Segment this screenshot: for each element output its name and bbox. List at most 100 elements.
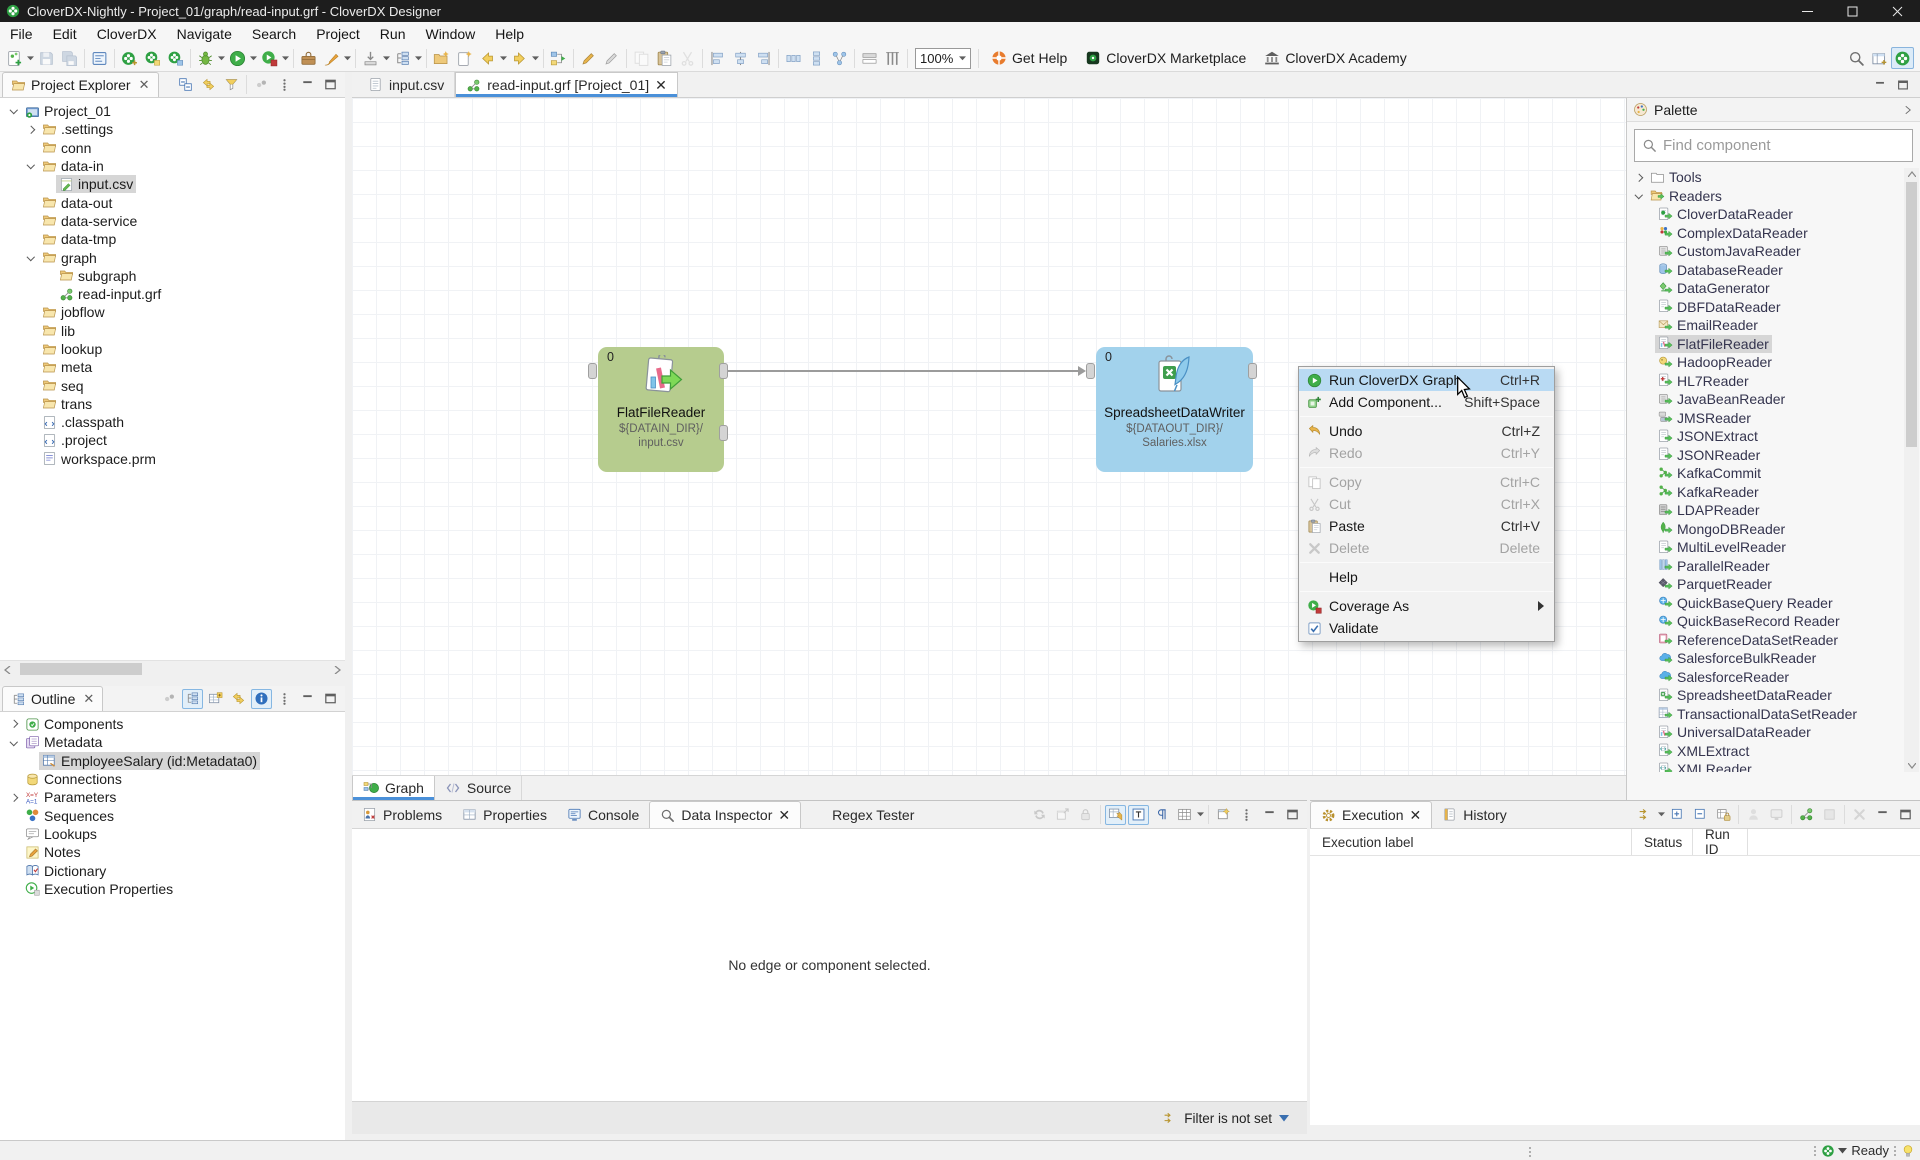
palette-item-multilevelreader[interactable]: MultiLevelReader	[1627, 538, 1920, 557]
explorer-item-data-out[interactable]: data-out	[0, 193, 345, 211]
tab-data-inspector[interactable]: Data Inspector✕	[649, 801, 801, 828]
dropdown-icon[interactable]	[26, 47, 35, 69]
run-config-icon[interactable]	[1635, 805, 1656, 825]
explorer-item--classpath[interactable]: .classpath	[0, 413, 345, 431]
pencil2-icon[interactable]	[600, 47, 623, 69]
explorer-item-meta[interactable]: meta	[0, 358, 345, 376]
context-menu-redo[interactable]: RedoCtrl+Y	[1299, 442, 1554, 464]
menu-run[interactable]: Run	[370, 22, 416, 45]
clover-new-icon[interactable]	[118, 47, 141, 69]
palette-item-cloverdatareader[interactable]: CloverDataReader	[1627, 205, 1920, 224]
open-perspective-icon[interactable]	[1868, 47, 1891, 69]
remote-icon[interactable]	[1766, 805, 1787, 825]
vertical-sash[interactable]	[345, 72, 352, 1140]
new-file-icon[interactable]	[453, 47, 476, 69]
dropdown-icon[interactable]	[1196, 804, 1205, 826]
palette-item-readers[interactable]: Readers	[1627, 187, 1920, 206]
dropdown-icon[interactable]	[217, 47, 226, 69]
pencil-icon[interactable]	[577, 47, 600, 69]
status-dropdown-icon[interactable]	[1838, 1148, 1847, 1154]
info-icon[interactable]	[251, 689, 272, 709]
column-header-run-id[interactable]: Run ID	[1693, 829, 1748, 855]
get-help-link[interactable]: Get Help	[991, 50, 1067, 66]
brush-icon[interactable]	[320, 47, 343, 69]
profile-icon[interactable]	[258, 47, 281, 69]
explorer-item-jobflow[interactable]: jobflow	[0, 303, 345, 321]
dist-v-icon[interactable]	[805, 47, 828, 69]
cut-icon[interactable]	[676, 47, 699, 69]
palette-item-ldapreader[interactable]: LDAPReader	[1627, 501, 1920, 520]
tab-problems[interactable]: Problems	[352, 801, 452, 828]
palette-item-transactionaldatasetreader[interactable]: TransactionalDataSetReader	[1627, 705, 1920, 724]
save-all-icon[interactable]	[58, 47, 81, 69]
menu-project[interactable]: Project	[306, 22, 370, 45]
palette-item-universaldatareader[interactable]: UniversalDataReader	[1627, 723, 1920, 742]
explorer-item--project[interactable]: .project	[0, 431, 345, 449]
filter-label[interactable]: Filter is not set	[1184, 1111, 1272, 1126]
view-menu-icon[interactable]	[1236, 805, 1257, 825]
minimize-icon[interactable]	[297, 75, 318, 95]
minimize-icon[interactable]	[1872, 805, 1893, 825]
edge-connection[interactable]	[728, 370, 1080, 372]
clover-graph-icon[interactable]	[141, 47, 164, 69]
refresh-icon[interactable]	[1029, 805, 1050, 825]
collapse-chevron-icon[interactable]	[23, 158, 39, 174]
palette-scrollbar[interactable]	[1904, 168, 1919, 772]
palette-item-datagenerator[interactable]: DataGenerator	[1627, 279, 1920, 298]
close-outline-icon[interactable]: ✕	[83, 691, 94, 707]
toolbox-icon[interactable]	[297, 47, 320, 69]
maximize-icon[interactable]	[1282, 805, 1303, 825]
bottom-sash[interactable]	[1307, 800, 1310, 1140]
align-right-icon[interactable]	[752, 47, 775, 69]
port-stub[interactable]	[588, 363, 597, 379]
tree-mode-icon[interactable]	[182, 689, 203, 709]
palette-item-parquetreader[interactable]: ParquetReader	[1627, 575, 1920, 594]
explorer-item-graph[interactable]: graph	[0, 248, 345, 266]
tree-mode-icon[interactable]	[391, 47, 414, 69]
outline-item-dictionary[interactable]: Dictionary	[0, 861, 345, 879]
dropdown-icon[interactable]	[531, 47, 540, 69]
palette-item-databasereader[interactable]: DatabaseReader	[1627, 261, 1920, 280]
explorer-item-trans[interactable]: trans	[0, 395, 345, 413]
editor-tab-input.csv[interactable]: input.csv	[358, 72, 455, 97]
text-mode-icon[interactable]	[1128, 805, 1149, 825]
lock-icon[interactable]	[1075, 805, 1096, 825]
dist-h-icon[interactable]	[782, 47, 805, 69]
debug-icon[interactable]	[194, 47, 217, 69]
menu-file[interactable]: File	[0, 22, 43, 45]
import-icon[interactable]	[359, 47, 382, 69]
dropdown-icon[interactable]	[499, 47, 508, 69]
clover-perspective-icon[interactable]	[1891, 47, 1914, 69]
tab-console[interactable]: Console	[557, 801, 649, 828]
dropdown-icon[interactable]	[281, 47, 290, 69]
align-center-icon[interactable]	[729, 47, 752, 69]
outline-item-execution-properties[interactable]: Execution Properties	[0, 880, 345, 898]
expand-all-icon[interactable]	[1667, 805, 1688, 825]
context-menu-validate[interactable]: Validate	[1299, 617, 1554, 639]
clover-jobflow-icon[interactable]	[164, 47, 187, 69]
minimize-icon[interactable]	[1869, 75, 1890, 95]
palette-item-complexdatareader[interactable]: ComplexDataReader	[1627, 224, 1920, 243]
outline-item-sequences[interactable]: Sequences	[0, 806, 345, 824]
explorer-item--settings[interactable]: .settings	[0, 120, 345, 138]
maximize-icon[interactable]	[320, 689, 341, 709]
explorer-item-lib[interactable]: lib	[0, 322, 345, 340]
expand-chevron-icon[interactable]	[6, 789, 22, 805]
palette-item-hl7reader[interactable]: HL7Reader	[1627, 372, 1920, 391]
palette-item-spreadsheetdatareader[interactable]: SpreadsheetDataReader	[1627, 686, 1920, 705]
palette-item-parallelreader[interactable]: ParallelReader	[1627, 557, 1920, 576]
cloverdx-status-icon[interactable]	[1821, 1144, 1835, 1158]
customize-icon[interactable]	[159, 689, 180, 709]
palette-item-mongodbreader[interactable]: MongoDBReader	[1627, 520, 1920, 539]
menu-edit[interactable]: Edit	[43, 22, 87, 45]
palette-chevron-icon[interactable]	[1631, 188, 1647, 204]
auto-layout-icon[interactable]	[828, 47, 851, 69]
filter-dropdown-icon[interactable]	[1279, 1115, 1289, 1122]
table-mode-icon[interactable]	[205, 689, 226, 709]
link-with-editor-icon[interactable]	[228, 689, 249, 709]
tab-project-explorer[interactable]: Project Explorer ✕	[2, 72, 159, 97]
outline-item-employeesalary-id-metadata0-[interactable]: EmployeeSalary (id:Metadata0)	[0, 752, 345, 770]
dropdown-icon[interactable]	[382, 47, 391, 69]
collapse-chevron-icon[interactable]	[6, 734, 22, 750]
outline-item-notes[interactable]: Notes	[0, 843, 345, 861]
